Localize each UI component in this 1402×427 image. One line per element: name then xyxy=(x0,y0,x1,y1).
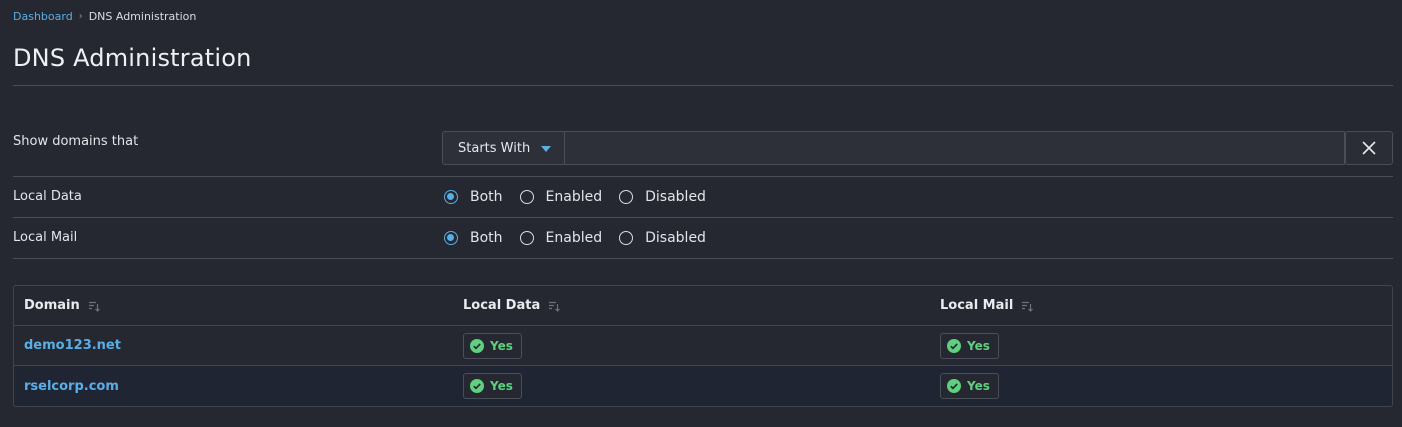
radio-unchecked-icon xyxy=(619,231,634,245)
close-icon xyxy=(1362,141,1376,155)
column-header-local-data[interactable]: Local Data xyxy=(463,298,561,313)
local-data-radio-enabled[interactable]: Enabled xyxy=(519,189,603,205)
table-row: rselcorp.com Yes Yes xyxy=(14,366,1392,406)
caret-down-icon xyxy=(541,146,552,152)
domain-search-group: Starts With xyxy=(442,131,1393,165)
local-data-filter-row: Local Data Both Enabled Disabled xyxy=(13,177,1393,218)
radio-label: Enabled xyxy=(545,189,603,205)
check-circle-icon xyxy=(947,379,961,393)
clear-search-button[interactable] xyxy=(1345,131,1393,165)
sort-icon xyxy=(1022,301,1034,312)
column-header-label: Local Mail xyxy=(940,298,1014,313)
domain-link[interactable]: rselcorp.com xyxy=(24,379,119,394)
radio-checked-icon xyxy=(444,190,458,204)
column-header-local-mail[interactable]: Local Mail xyxy=(940,298,1034,313)
domains-table: Domain Local Data Local Mail demo123.net xyxy=(13,285,1393,407)
local-mail-filter-row: Local Mail Both Enabled Disabled xyxy=(13,218,1393,259)
radio-label: Both xyxy=(470,230,503,246)
local-data-radio-disabled[interactable]: Disabled xyxy=(619,189,706,205)
local-data-filter-label: Local Data xyxy=(13,189,82,204)
domain-search-input[interactable] xyxy=(565,131,1345,165)
column-header-domain[interactable]: Domain xyxy=(24,298,100,313)
page-title: DNS Administration xyxy=(13,44,252,72)
local-mail-radio-group: Both Enabled Disabled xyxy=(444,230,723,246)
local-mail-radio-disabled[interactable]: Disabled xyxy=(619,230,706,246)
domain-link[interactable]: demo123.net xyxy=(24,338,121,353)
sort-icon xyxy=(88,301,100,312)
domain-filter-row: Show domains that Starts With xyxy=(13,131,1393,177)
breadcrumb-current: DNS Administration xyxy=(88,10,197,23)
local-data-radio-group: Both Enabled Disabled xyxy=(444,189,723,205)
check-circle-icon xyxy=(470,338,484,353)
status-badge-label: Yes xyxy=(967,379,990,393)
title-divider xyxy=(13,85,1393,86)
table-header: Domain Local Data Local Mail xyxy=(14,286,1392,326)
breadcrumb: Dashboard › DNS Administration xyxy=(13,10,196,23)
column-header-label: Domain xyxy=(24,298,80,313)
status-badge: Yes xyxy=(940,373,999,399)
local-mail-radio-enabled[interactable]: Enabled xyxy=(519,230,603,246)
sort-icon xyxy=(549,301,561,312)
radio-label: Disabled xyxy=(645,189,706,205)
local-mail-filter-label: Local Mail xyxy=(13,230,78,245)
match-mode-value: Starts With xyxy=(458,140,531,156)
radio-label: Both xyxy=(470,189,503,205)
status-badge: Yes xyxy=(463,373,522,399)
status-badge: Yes xyxy=(940,332,999,359)
local-data-radio-both[interactable]: Both xyxy=(444,189,503,205)
table-row: demo123.net Yes Yes xyxy=(14,326,1392,366)
radio-checked-icon xyxy=(444,231,458,245)
status-badge-label: Yes xyxy=(490,379,513,393)
domain-filter-label: Show domains that xyxy=(13,134,139,149)
check-circle-icon xyxy=(470,379,484,393)
radio-label: Enabled xyxy=(545,230,603,246)
radio-unchecked-icon xyxy=(519,231,534,245)
local-mail-radio-both[interactable]: Both xyxy=(444,230,503,246)
radio-label: Disabled xyxy=(645,230,706,246)
status-badge: Yes xyxy=(463,332,522,359)
radio-unchecked-icon xyxy=(519,190,534,204)
check-circle-icon xyxy=(947,338,961,353)
breadcrumb-dashboard-link[interactable]: Dashboard xyxy=(13,10,73,23)
status-badge-label: Yes xyxy=(967,338,990,353)
match-mode-dropdown[interactable]: Starts With xyxy=(442,131,565,165)
chevron-right-icon: › xyxy=(78,11,83,22)
status-badge-label: Yes xyxy=(490,338,513,353)
column-header-label: Local Data xyxy=(463,298,541,313)
radio-unchecked-icon xyxy=(619,190,634,204)
